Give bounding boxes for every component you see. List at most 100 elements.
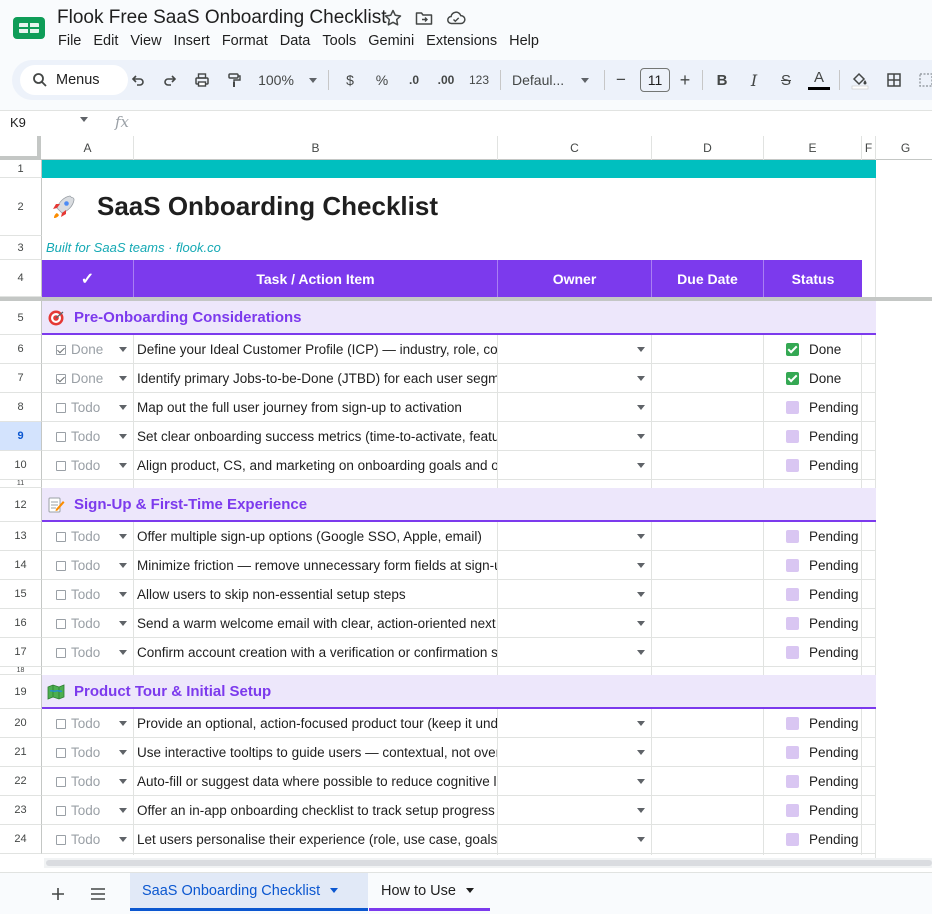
decrease-decimal-button[interactable]: .0 bbox=[402, 60, 426, 100]
merge-cells-button[interactable] bbox=[915, 60, 932, 100]
owner-dropdown-caret-icon[interactable] bbox=[637, 463, 645, 468]
search-menus-button[interactable]: Menus bbox=[20, 65, 128, 95]
dropdown-caret-icon[interactable] bbox=[119, 434, 127, 439]
header-status[interactable]: Status bbox=[764, 260, 862, 297]
column-header-f[interactable]: F bbox=[862, 136, 876, 160]
menu-file[interactable]: File bbox=[52, 32, 87, 50]
dropdown-caret-icon[interactable] bbox=[119, 592, 127, 597]
status-cell[interactable]: Pending bbox=[786, 551, 862, 580]
task-text[interactable]: Provide an optional, action-focused prod… bbox=[137, 709, 497, 738]
column-header-g[interactable]: G bbox=[876, 136, 932, 160]
owner-dropdown-caret-icon[interactable] bbox=[637, 563, 645, 568]
dropdown-caret-icon[interactable] bbox=[119, 650, 127, 655]
star-icon[interactable] bbox=[383, 8, 403, 28]
dropdown-caret-icon[interactable] bbox=[119, 837, 127, 842]
row-header-17[interactable]: 17 bbox=[0, 638, 42, 667]
undo-button[interactable] bbox=[126, 60, 150, 100]
row-header-16[interactable]: 16 bbox=[0, 609, 42, 638]
bold-button[interactable]: B bbox=[712, 60, 732, 100]
task-text[interactable]: Confirm account creation with a verifica… bbox=[137, 638, 497, 667]
menu-format[interactable]: Format bbox=[216, 32, 274, 50]
status-cell[interactable]: Pending bbox=[786, 638, 862, 667]
row-header-9[interactable]: 9 bbox=[0, 422, 42, 451]
zoom-value[interactable]: 100% bbox=[256, 60, 296, 100]
owner-dropdown-caret-icon[interactable] bbox=[637, 808, 645, 813]
spreadsheet-grid[interactable]: A B C D E F G 1 2 3 4 5 6 7 8 9 10 11 12… bbox=[0, 136, 932, 872]
horizontal-scrollbar[interactable] bbox=[44, 858, 932, 868]
row-header-14[interactable]: 14 bbox=[0, 551, 42, 580]
task-text[interactable]: Use interactive tooltips to guide users … bbox=[137, 738, 497, 767]
owner-dropdown-caret-icon[interactable] bbox=[637, 376, 645, 381]
row-header-11[interactable]: 11 bbox=[0, 480, 42, 488]
row-header-20[interactable]: 20 bbox=[0, 709, 42, 738]
header-due-date[interactable]: Due Date bbox=[652, 260, 764, 297]
owner-dropdown-caret-icon[interactable] bbox=[637, 534, 645, 539]
status-cell[interactable]: Pending bbox=[786, 709, 862, 738]
add-sheet-button[interactable] bbox=[46, 882, 70, 906]
row-header-5[interactable]: 5 bbox=[0, 301, 42, 335]
dropdown-caret-icon[interactable] bbox=[119, 347, 127, 352]
owner-dropdown-caret-icon[interactable] bbox=[637, 650, 645, 655]
owner-dropdown-caret-icon[interactable] bbox=[637, 837, 645, 842]
dropdown-caret-icon[interactable] bbox=[119, 376, 127, 381]
row-header-8[interactable]: 8 bbox=[0, 393, 42, 422]
task-text[interactable]: Let users personalise their experience (… bbox=[137, 825, 497, 854]
task-text[interactable]: Define your Ideal Customer Profile (ICP)… bbox=[137, 335, 497, 364]
strikethrough-button[interactable]: S bbox=[776, 60, 796, 100]
row-header-13[interactable]: 13 bbox=[0, 522, 42, 551]
dropdown-caret-icon[interactable] bbox=[119, 534, 127, 539]
menu-view[interactable]: View bbox=[124, 32, 167, 50]
percent-format-button[interactable]: % bbox=[374, 60, 390, 100]
dropdown-caret-icon[interactable] bbox=[119, 563, 127, 568]
status-cell[interactable]: Done bbox=[786, 335, 862, 364]
status-cell[interactable]: Pending bbox=[786, 609, 862, 638]
owner-dropdown-caret-icon[interactable] bbox=[637, 621, 645, 626]
task-text[interactable]: Identify primary Jobs-to-be-Done (JTBD) … bbox=[137, 364, 497, 393]
owner-dropdown-caret-icon[interactable] bbox=[637, 347, 645, 352]
row-header-23[interactable]: 23 bbox=[0, 796, 42, 825]
row-header-4[interactable]: 4 bbox=[0, 260, 42, 297]
owner-dropdown-caret-icon[interactable] bbox=[637, 721, 645, 726]
status-cell[interactable]: Pending bbox=[786, 796, 862, 825]
dropdown-caret-icon[interactable] bbox=[119, 463, 127, 468]
column-header-d[interactable]: D bbox=[652, 136, 764, 160]
status-cell[interactable]: Done bbox=[786, 364, 862, 393]
task-text[interactable]: Minimize friction — remove unnecessary f… bbox=[137, 551, 497, 580]
header-owner[interactable]: Owner bbox=[498, 260, 652, 297]
scrollbar-thumb[interactable] bbox=[46, 860, 932, 866]
task-text[interactable]: Offer an in-app onboarding checklist to … bbox=[137, 796, 497, 825]
column-header-b[interactable]: B bbox=[134, 136, 498, 160]
owner-dropdown-caret-icon[interactable] bbox=[637, 405, 645, 410]
task-text[interactable]: Map out the full user journey from sign-… bbox=[137, 393, 497, 422]
tab-caret-icon[interactable] bbox=[330, 888, 339, 893]
status-cell[interactable]: Pending bbox=[786, 738, 862, 767]
menu-data[interactable]: Data bbox=[274, 32, 317, 50]
header-task[interactable]: Task / Action Item bbox=[134, 260, 498, 297]
font-caret-icon[interactable] bbox=[581, 78, 589, 83]
status-cell[interactable]: Pending bbox=[786, 580, 862, 609]
sheet-tab-checklist[interactable]: SaaS Onboarding Checklist bbox=[130, 873, 368, 911]
all-sheets-button[interactable] bbox=[86, 882, 110, 906]
owner-dropdown-caret-icon[interactable] bbox=[637, 592, 645, 597]
fill-color-button[interactable] bbox=[849, 60, 871, 100]
task-text[interactable]: Send a warm welcome email with clear, ac… bbox=[137, 609, 497, 638]
row-header-15[interactable]: 15 bbox=[0, 580, 42, 609]
status-cell[interactable]: Pending bbox=[786, 522, 862, 551]
column-header-e[interactable]: E bbox=[764, 136, 862, 160]
name-box[interactable]: K9 bbox=[10, 115, 26, 130]
owner-dropdown-caret-icon[interactable] bbox=[637, 750, 645, 755]
increase-font-size-button[interactable]: + bbox=[677, 60, 693, 100]
dropdown-caret-icon[interactable] bbox=[119, 750, 127, 755]
menu-gemini[interactable]: Gemini bbox=[362, 32, 420, 50]
decrease-font-size-button[interactable]: − bbox=[613, 60, 629, 100]
owner-dropdown-caret-icon[interactable] bbox=[637, 434, 645, 439]
row-header-19[interactable]: 19 bbox=[0, 675, 42, 709]
status-cell[interactable]: Pending bbox=[786, 451, 862, 480]
zoom-caret-icon[interactable] bbox=[309, 78, 317, 83]
document-title[interactable]: Flook Free SaaS Onboarding Checklist bbox=[57, 7, 387, 29]
task-text[interactable]: Allow users to skip non-essential setup … bbox=[137, 580, 497, 609]
text-color-button[interactable]: A bbox=[808, 60, 830, 100]
dropdown-caret-icon[interactable] bbox=[119, 405, 127, 410]
row-header-12[interactable]: 12 bbox=[0, 488, 42, 522]
menu-tools[interactable]: Tools bbox=[316, 32, 362, 50]
